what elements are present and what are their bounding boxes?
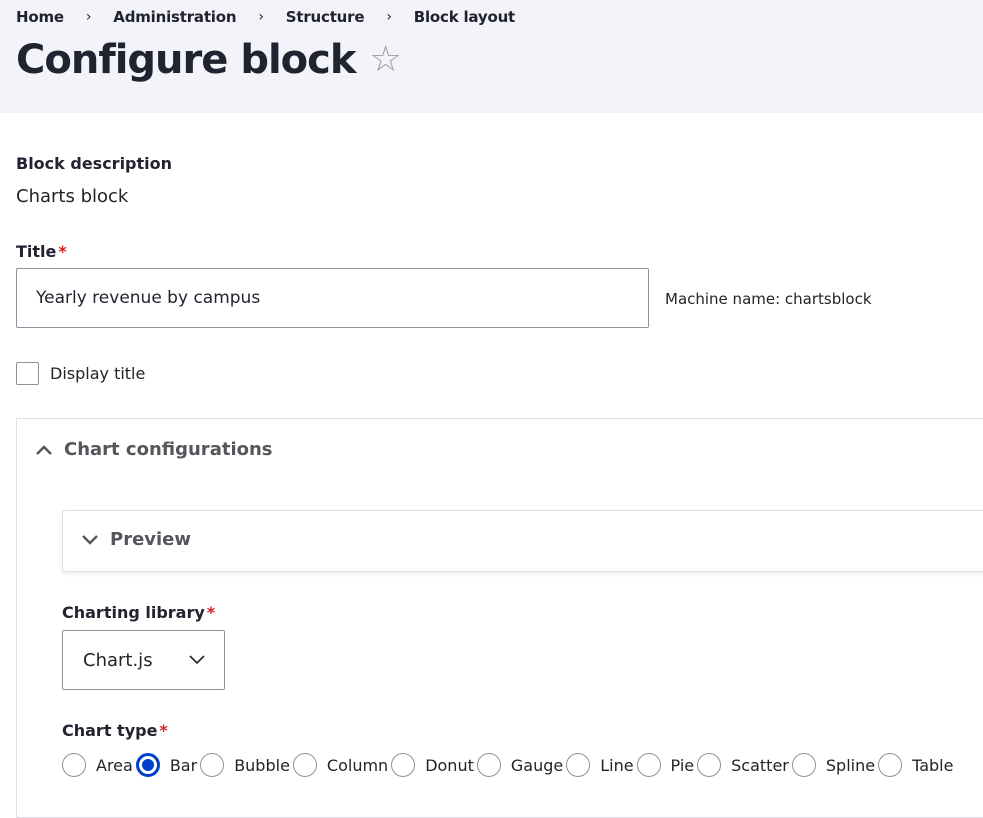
radio-button-selected[interactable] [135,753,160,777]
radio-label: Gauge [510,755,564,775]
chart-type-radio-group: Area Bar Bubble Column Donut Gauge Line … [62,753,956,777]
page-header: Home › Administration › Structure › Bloc… [0,0,983,113]
star-icon[interactable]: ☆ [369,34,401,86]
chart-type-option-area[interactable]: Area [62,753,136,777]
chart-configurations-label: Chart configurations [64,439,273,460]
chart-type-option-column[interactable]: Column [292,753,391,777]
breadcrumb: Home › Administration › Structure › Bloc… [16,8,515,26]
title-label: Title * [16,242,67,261]
radio-label: Table [912,755,954,775]
breadcrumb-block-layout[interactable]: Block layout [414,8,516,26]
radio-button[interactable] [476,753,501,777]
chart-type-option-scatter[interactable]: Scatter [697,753,792,777]
radio-label: Line [600,755,634,775]
machine-name: Machine name: chartsblock [665,290,872,308]
chart-type-label: Chart type * [62,721,168,740]
radio-button[interactable] [200,753,225,777]
radio-button[interactable] [791,753,816,777]
radio-button[interactable] [391,753,416,777]
radio-label: Bar [169,755,198,775]
radio-label: Spline [825,755,876,775]
breadcrumb-home[interactable]: Home [16,8,64,26]
charting-library-select[interactable]: Chart.js [62,630,225,690]
preview-panel: Preview [62,510,983,572]
breadcrumb-administration[interactable]: Administration [113,8,236,26]
radio-button[interactable] [62,753,86,777]
chevron-up-icon [36,444,52,455]
chevron-down-icon [82,534,98,545]
chart-type-option-bubble[interactable]: Bubble [200,753,293,777]
radio-label: Column [326,755,389,775]
radio-label: Bubble [234,755,290,775]
chart-type-option-gauge[interactable]: Gauge [476,753,566,777]
required-marker: * [58,242,67,261]
charting-library-label: Charting library * [62,603,215,622]
breadcrumb-structure[interactable]: Structure [286,8,365,26]
block-description-label: Block description [16,154,173,173]
chart-type-option-bar[interactable]: Bar [135,753,200,777]
chart-configurations-summary[interactable]: Chart configurations [34,439,273,460]
radio-button[interactable] [878,753,903,777]
title-input[interactable] [16,268,649,328]
page-title-text: Configure block [16,37,356,83]
chart-type-label-text: Chart type [62,721,158,740]
breadcrumb-separator-icon: › [258,9,264,25]
chart-type-option-line[interactable]: Line [566,753,636,777]
block-description-value: Charts block [16,186,129,207]
chart-type-option-table[interactable]: Table [878,753,956,777]
radio-label: Scatter [731,755,789,775]
radio-button[interactable] [697,753,722,777]
display-title-row: Display title [16,362,145,385]
radio-label: Donut [425,755,474,775]
charting-library-label-text: Charting library [62,603,205,622]
radio-label: Area [96,755,133,775]
required-marker: * [159,721,168,740]
display-title-checkbox[interactable] [16,362,39,385]
chart-type-option-spline[interactable]: Spline [791,753,878,777]
breadcrumb-separator-icon: › [85,9,92,25]
display-title-label[interactable]: Display title [50,364,145,383]
preview-label: Preview [110,529,192,550]
chart-type-option-donut[interactable]: Donut [391,753,477,777]
radio-button[interactable] [636,753,661,777]
required-marker: * [206,603,216,622]
chart-type-option-pie[interactable]: Pie [636,753,698,777]
radio-label: Pie [670,755,695,775]
title-label-text: Title [16,242,57,261]
page-title: Configure block ☆ [16,34,402,86]
radio-button[interactable] [566,753,591,777]
preview-summary[interactable]: Preview [80,529,191,550]
radio-button[interactable] [292,753,317,777]
breadcrumb-separator-icon: › [386,9,392,25]
chevron-down-icon [189,655,205,665]
charting-library-value: Chart.js [83,649,153,671]
